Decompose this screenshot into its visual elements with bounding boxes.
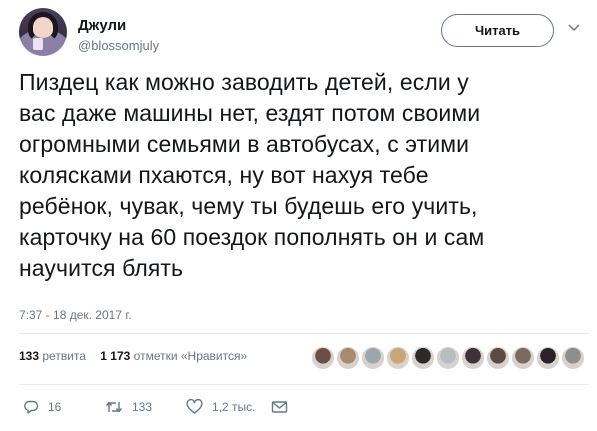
avatar[interactable] [19,8,67,56]
like-button[interactable]: 1,2 тыс. [186,396,255,418]
avatar-hair [28,12,58,42]
likes-label: отметки «Нравится» [133,349,248,363]
tweet-line: ребёнок, чувак, чему ты будешь его учить… [19,193,478,219]
tweet-header: Джули @blossomjuly Читать [19,8,589,56]
liker-avatar[interactable] [361,346,385,370]
liker-avatar[interactable] [536,346,560,370]
liker-avatar[interactable] [336,346,360,370]
tweet-line: Пиздец как можно заводить детей, если у [19,69,469,95]
reply-count: 16 [48,400,62,414]
liker-avatar[interactable] [461,346,485,370]
follow-button[interactable]: Читать [441,14,554,47]
liker-avatar[interactable] [561,346,585,370]
likes-stat[interactable]: 1 173 отметки «Нравится» [100,349,247,363]
tweet-line: научится блять [19,255,184,281]
direct-message-button[interactable] [271,396,288,418]
retweet-count: 133 [132,400,153,414]
retweets-count: 133 [19,349,40,363]
retweets-stat[interactable]: 133 ретвита [19,349,86,363]
user-name[interactable]: Джули [78,17,126,34]
retweets-label: ретвита [42,349,86,363]
heart-icon [186,399,203,414]
like-count: 1,2 тыс. [212,400,256,414]
divider [19,384,589,385]
liker-avatar[interactable] [411,346,435,370]
tweet-line: вас даже машины нет, ездят потом своими [19,100,481,126]
tweet-line: огромными семьями в автобусах, с этими [19,131,470,157]
retweet-button[interactable]: 133 [105,396,152,418]
tweet-timestamp[interactable]: 7:37 - 18 дек. 2017 г. [19,308,132,322]
reply-button[interactable]: 16 [23,396,61,418]
retweet-icon [105,401,123,413]
likes-count: 1 173 [100,349,131,363]
tweet-stats: 133 ретвита 1 173 отметки «Нравится» [19,349,258,367]
liker-avatar[interactable] [386,346,410,370]
tweet-text: Пиздец как можно заводить детей, если у … [19,67,589,284]
liker-avatar[interactable] [311,346,335,370]
liker-avatar[interactable] [511,346,535,370]
liker-avatar[interactable] [436,346,460,370]
chevron-down-icon[interactable] [567,22,581,34]
reply-icon [24,400,39,414]
envelope-icon [271,401,288,413]
tweet-line: колясками пхаются, ну вот нахуя тебе [19,162,429,188]
tweet-line: карточку на 60 поездок пополнять он и са… [19,224,485,250]
divider [19,333,589,334]
liker-avatar[interactable] [486,346,510,370]
avatar-cup [33,38,43,50]
user-handle[interactable]: @blossomjuly [78,38,159,53]
tweet-actions: 16 133 1,2 тыс. [19,396,299,418]
